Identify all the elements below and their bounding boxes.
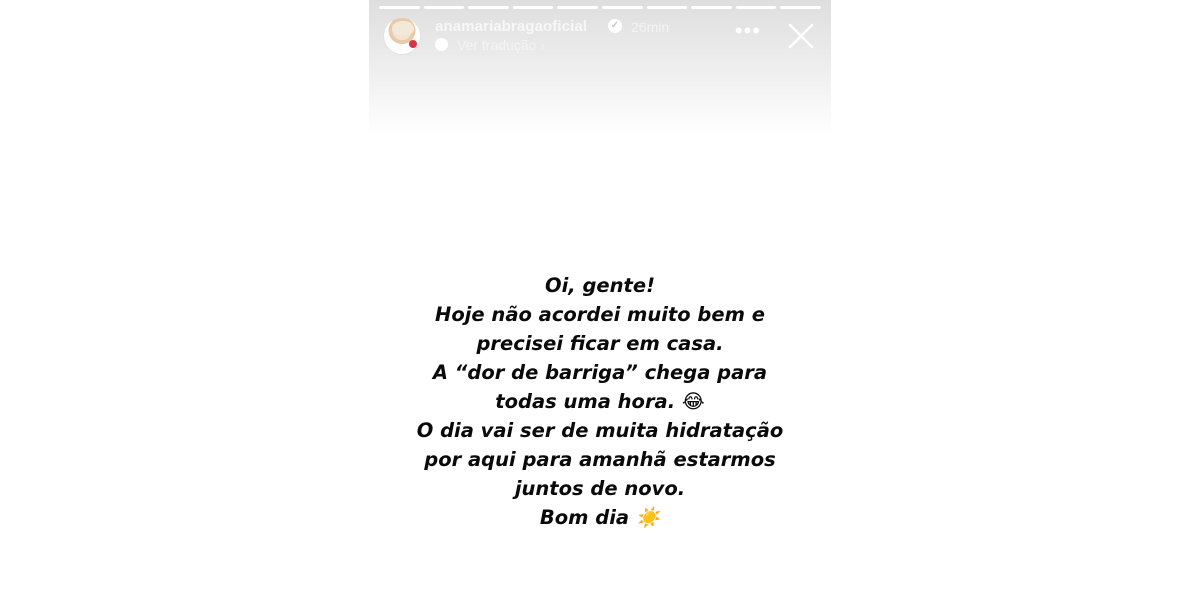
translate-label: Ver tradução xyxy=(457,37,537,53)
more-options-icon[interactable]: ••• xyxy=(735,20,761,42)
story-text: Oi, gente! Hoje não acordei muito bem e … xyxy=(369,271,831,532)
story-text-line: Hoje não acordei muito bem e xyxy=(435,303,765,326)
translate-link[interactable]: Ver tradução › xyxy=(457,37,545,53)
avatar-accent xyxy=(409,40,417,48)
progress-segment xyxy=(735,6,777,9)
verified-badge-icon: ✓ xyxy=(608,19,622,33)
progress-segment xyxy=(557,6,598,9)
progress-segment xyxy=(780,6,821,9)
progress-segment xyxy=(512,6,554,9)
progress-segment xyxy=(601,6,643,9)
story-text-line: precisei ficar em casa. xyxy=(476,332,724,355)
story-viewer[interactable]: anamariabragaoficial ✓ 26min Ver traduçã… xyxy=(369,0,831,600)
avatar-hair xyxy=(392,21,414,35)
translate-icon[interactable] xyxy=(435,38,448,51)
story-text-line: A “dor de barriga” chega para xyxy=(432,361,768,384)
progress-segment xyxy=(379,6,420,9)
avatar[interactable] xyxy=(383,17,421,55)
progress-segment xyxy=(646,6,688,9)
story-header: anamariabragaoficial ✓ 26min Ver traduçã… xyxy=(381,16,821,60)
story-progress-bar xyxy=(379,6,821,9)
story-text-line: Bom dia ☀️ xyxy=(539,506,661,529)
username-link[interactable]: anamariabragaoficial xyxy=(435,18,587,35)
story-text-line: Oi, gente! xyxy=(545,274,655,297)
story-text-line: O dia vai ser de muita hidratação xyxy=(416,419,784,442)
story-text-line: juntos de novo. xyxy=(514,477,686,500)
progress-segment xyxy=(468,6,509,9)
close-icon[interactable] xyxy=(781,16,821,56)
story-text-line: por aqui para amanhã estarmos xyxy=(424,448,776,471)
post-time: 26min xyxy=(631,19,670,35)
story-text-line: todas uma hora. 😂 xyxy=(495,390,705,413)
progress-segment xyxy=(423,6,465,9)
progress-segment xyxy=(691,6,732,9)
